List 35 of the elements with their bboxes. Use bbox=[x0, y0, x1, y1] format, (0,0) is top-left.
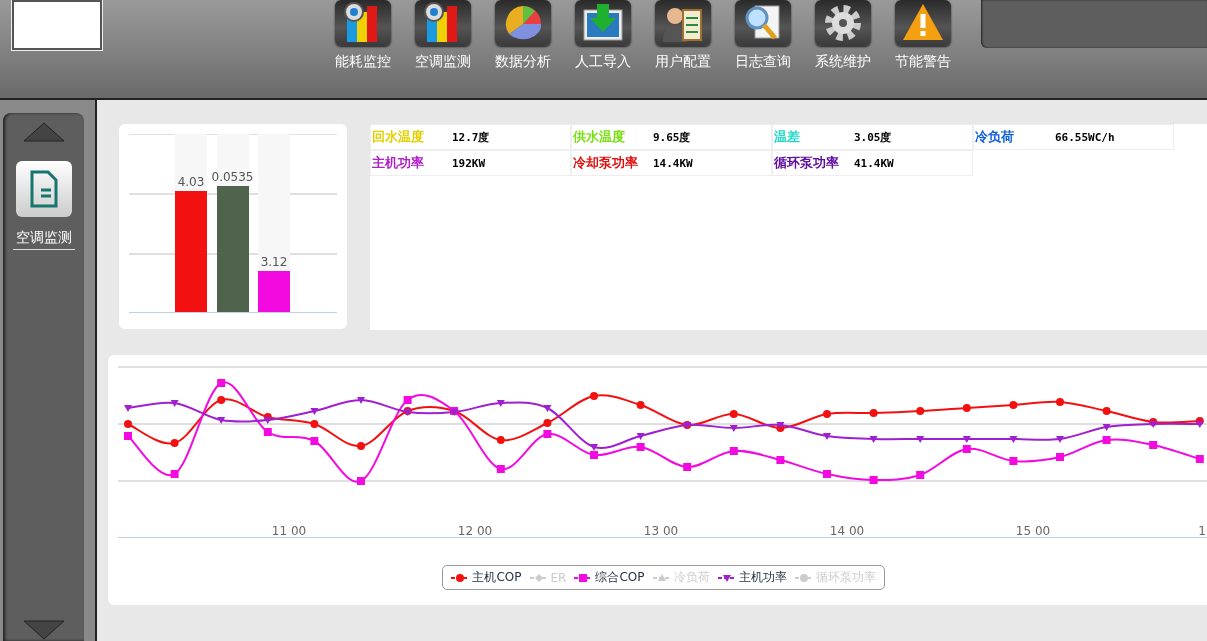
axis-tick-label: 15 00 bbox=[1015, 524, 1051, 538]
scroll-up-icon[interactable] bbox=[21, 121, 66, 143]
metric-label: 循环泵功率 bbox=[774, 154, 840, 172]
legend-marker-icon bbox=[652, 572, 671, 583]
legend-marker-icon bbox=[451, 572, 470, 583]
metric-label: 温差 bbox=[774, 128, 801, 146]
legend-item[interactable]: 主机COP bbox=[451, 569, 522, 586]
axis-tick-label: 11 00 bbox=[271, 524, 307, 538]
legend-marker-icon bbox=[529, 572, 548, 583]
legend-marker-icon bbox=[717, 572, 736, 583]
legend-marker-icon bbox=[794, 572, 813, 583]
metric-label: 回水温度 bbox=[372, 128, 425, 146]
axis-tick-label: 14 00 bbox=[829, 524, 865, 538]
metric-value: 41.4KW bbox=[854, 156, 894, 170]
bar-value-label: 3.12 bbox=[259, 255, 289, 270]
metric-value: 66.55WC/h bbox=[1055, 130, 1115, 144]
axis-tick-label: 13 00 bbox=[643, 524, 679, 538]
legend-marker-icon bbox=[574, 572, 593, 583]
metric-value: 14.4KW bbox=[653, 156, 693, 170]
metric-label: 供水温度 bbox=[573, 128, 626, 146]
metric-label: 主机功率 bbox=[372, 154, 425, 172]
monitor-download-icon bbox=[581, 2, 625, 44]
metric-value: 192KW bbox=[452, 156, 486, 170]
axis-tick-label: 1 bbox=[1198, 524, 1206, 538]
axis-tick-label: 12 00 bbox=[457, 524, 493, 538]
legend-item[interactable]: 主机功率 bbox=[717, 569, 787, 586]
scroll-down-icon[interactable] bbox=[21, 619, 66, 641]
metric-label: 冷却泵功率 bbox=[573, 154, 639, 172]
metric-label: 冷负荷 bbox=[975, 128, 1015, 146]
metric-value: 9.65度 bbox=[653, 129, 691, 145]
sidebar-link[interactable]: 空调监测 bbox=[12, 229, 75, 250]
legend-item[interactable]: 综合COP bbox=[574, 569, 645, 586]
metric-value: 3.05度 bbox=[854, 129, 892, 145]
metric-value: 12.7度 bbox=[452, 129, 490, 145]
document-icon[interactable] bbox=[15, 161, 72, 217]
